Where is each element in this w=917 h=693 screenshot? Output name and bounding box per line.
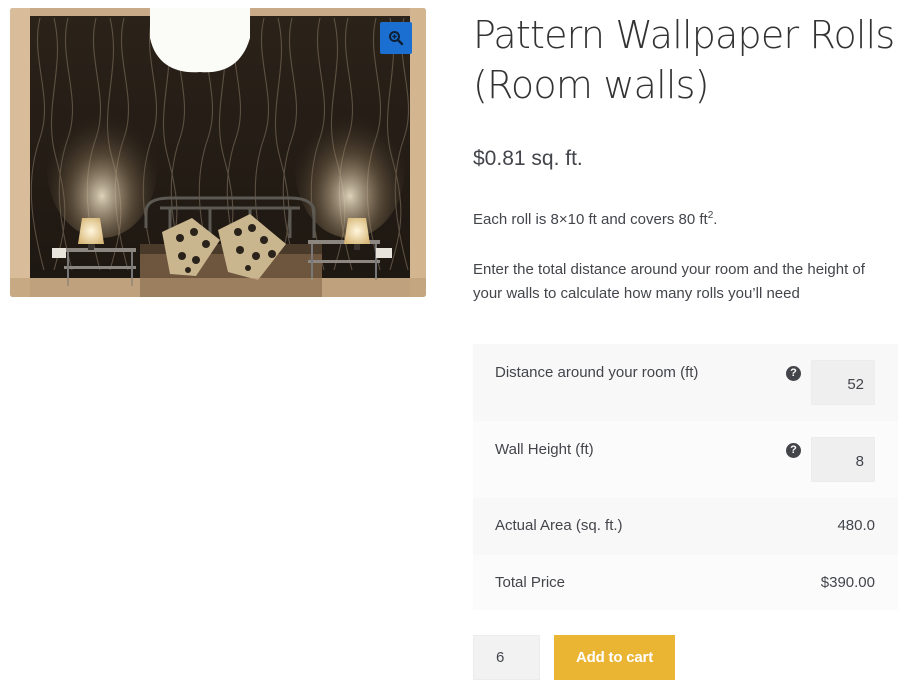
product-instructions: Enter the total distance around your roo…: [473, 261, 865, 302]
total-price-row: Total Price $390.00: [473, 555, 898, 610]
product-title-line-1: Pattern Wallpaper Rolls: [473, 13, 895, 57]
zoom-in-icon: [389, 31, 404, 46]
distance-label: Distance around your room (ft): [495, 364, 699, 381]
help-icon[interactable]: ?: [786, 366, 801, 381]
height-row: Wall Height (ft) ?: [473, 421, 898, 498]
add-to-cart-button[interactable]: Add to cart: [554, 635, 675, 680]
area-label: Actual Area (sq. ft.): [495, 517, 623, 534]
distance-row: Distance around your room (ft) ?: [473, 344, 898, 421]
product-title-line-2: (Room walls): [473, 63, 709, 107]
area-value: 480.0: [837, 517, 875, 534]
zoom-button[interactable]: [380, 22, 412, 54]
description-text: Each roll is 8×10 ft and covers 80 ft: [473, 211, 708, 228]
height-input[interactable]: [811, 437, 875, 482]
bedroom-wallpaper-photo: [10, 8, 426, 297]
total-price-value: $390.00: [820, 574, 875, 591]
area-row: Actual Area (sq. ft.) 480.0: [473, 498, 898, 555]
quantity-input[interactable]: [473, 635, 540, 680]
product-image[interactable]: [10, 8, 426, 297]
product-price: $0.81 sq. ft.: [473, 147, 583, 170]
measurement-calculator: Distance around your room (ft) ? Wall He…: [473, 344, 898, 610]
product-title: Pattern Wallpaper Rolls (Room walls): [473, 10, 898, 110]
height-label: Wall Height (ft): [495, 441, 594, 458]
product-description: Each roll is 8×10 ft and covers 80 ft2.: [473, 208, 717, 232]
total-price-label: Total Price: [495, 574, 566, 591]
distance-input[interactable]: [811, 360, 875, 405]
description-period: .: [713, 211, 718, 228]
help-icon[interactable]: ?: [786, 443, 801, 458]
